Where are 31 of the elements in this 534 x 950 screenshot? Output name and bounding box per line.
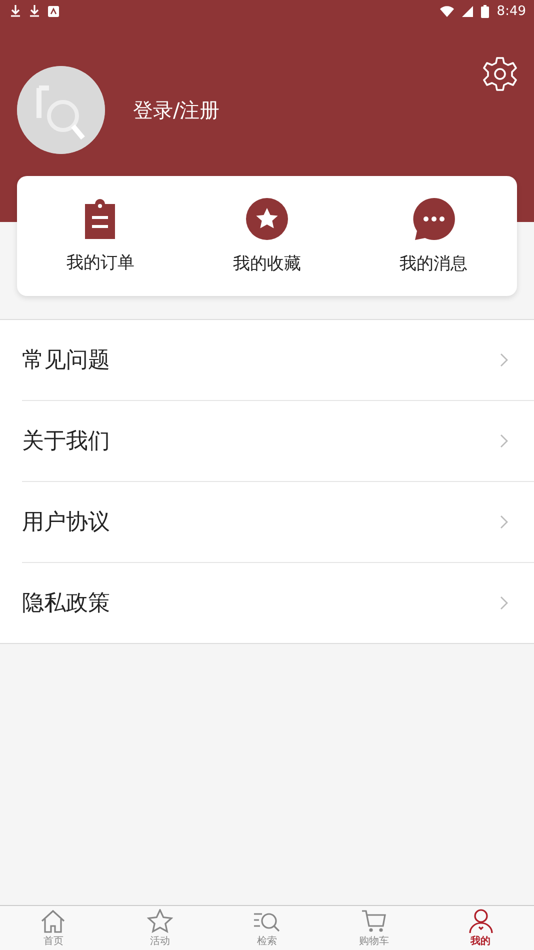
person-icon [468, 908, 494, 932]
menu-item-label: 关于我们 [22, 428, 110, 456]
menu-item-label: 常见问题 [22, 347, 110, 375]
chat-bubble-icon [412, 198, 455, 240]
chevron-icon [500, 596, 508, 610]
cart-icon [360, 908, 387, 932]
download-icon [10, 5, 21, 17]
menu-item-label: 隐私政策 [22, 590, 110, 618]
menu-item[interactable]: 常见问题 [22, 320, 534, 401]
avatar[interactable] [17, 66, 105, 154]
menu-item-label: 用户协议 [22, 509, 110, 537]
star-icon [147, 908, 174, 932]
tab[interactable]: 我的 [427, 906, 534, 950]
signal-icon [462, 6, 473, 16]
status-time: 8:49 [496, 4, 526, 18]
battery-icon [480, 4, 489, 18]
chevron-icon [500, 353, 508, 367]
login-register-link[interactable]: 登录/注册 [133, 96, 220, 124]
notification-icon [48, 6, 59, 16]
chevron-icon [500, 434, 508, 448]
download-icon [29, 5, 40, 17]
home-icon [40, 908, 66, 932]
shortcut-label[interactable]: 我的订单 [66, 250, 134, 274]
shortcut-label[interactable]: 我的消息 [400, 252, 468, 274]
chevron-icon [500, 515, 508, 529]
settings-icon[interactable] [482, 56, 518, 92]
menu-item[interactable]: 隐私政策 [22, 563, 534, 643]
menu-item[interactable]: 关于我们 [22, 401, 534, 482]
shortcut-label[interactable]: 我的收藏 [233, 252, 301, 274]
wifi-icon [440, 6, 454, 16]
menu-item[interactable]: 用户协议 [22, 482, 534, 563]
